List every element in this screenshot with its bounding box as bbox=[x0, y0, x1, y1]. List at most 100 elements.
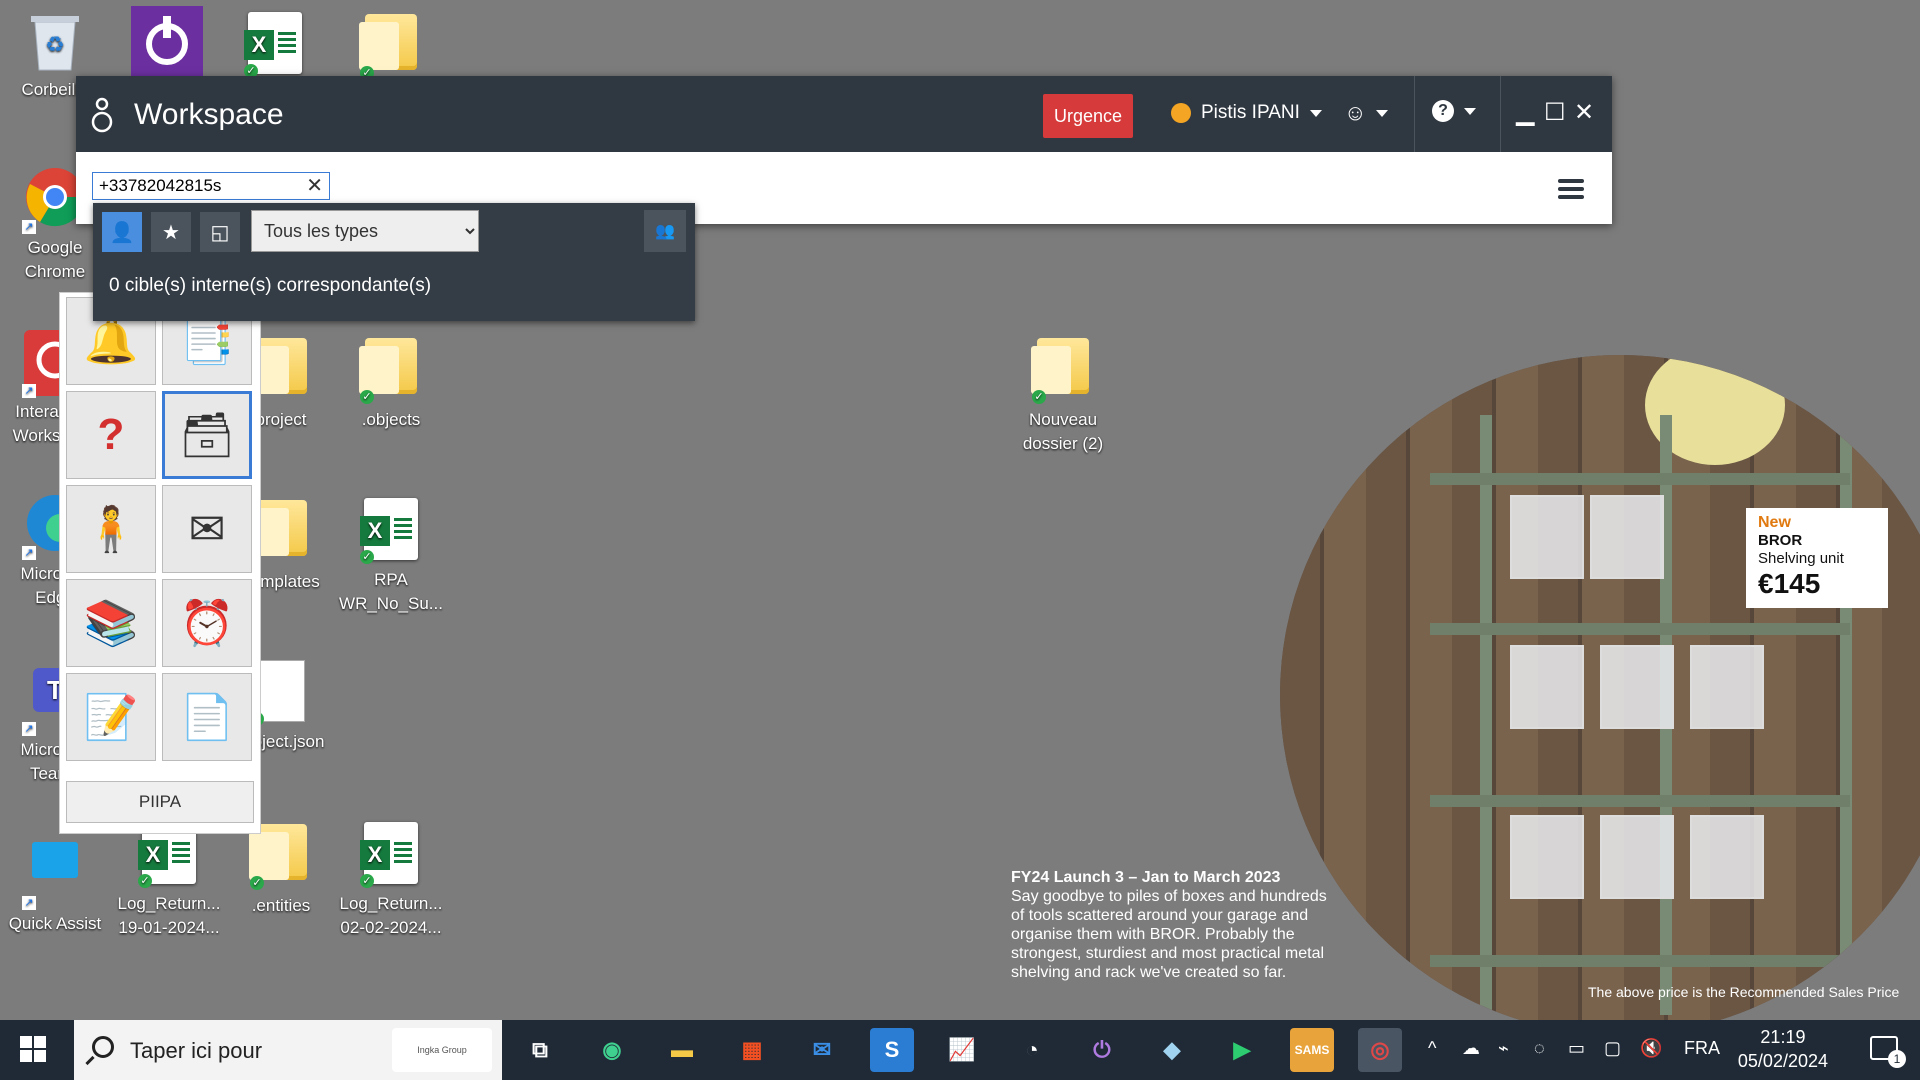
clock-time: 21:19 bbox=[1760, 1027, 1806, 1047]
folder-icon: ✓ bbox=[359, 14, 422, 80]
desktop-icon-objects[interactable]: ✓ .objects bbox=[336, 332, 446, 432]
edge-icon: ◉ bbox=[602, 1037, 622, 1062]
taskbar-store[interactable]: ▦ bbox=[730, 1028, 774, 1072]
desktop-icon-label: RPA WR_No_Su... bbox=[339, 570, 443, 613]
network-status-icon[interactable]: ⌁ bbox=[1498, 1038, 1509, 1059]
tool-tile-doc-edit[interactable]: 📝 bbox=[66, 673, 156, 761]
titlebar-divider bbox=[1500, 76, 1501, 152]
taskbar-search[interactable]: Taper ici pour Ingka Group bbox=[74, 1020, 502, 1080]
taskbar-clock[interactable]: 21:19 05/02/2024 bbox=[1738, 1025, 1828, 1073]
desktop-icon-nouveau-dossier[interactable]: ✓ Nouveau dossier (2) bbox=[1008, 332, 1118, 456]
search-icon bbox=[92, 1036, 114, 1058]
chevron-down-icon bbox=[1464, 107, 1476, 115]
taskbar-s-app[interactable]: S bbox=[870, 1028, 914, 1072]
desktop-icon-purple-app[interactable] bbox=[112, 6, 222, 82]
taskbar-explorer[interactable]: ▬ bbox=[660, 1028, 704, 1072]
taskbar-monitor[interactable]: 📈 bbox=[940, 1028, 984, 1072]
group-search-button[interactable]: 👥 bbox=[644, 210, 686, 252]
filter-favorites-button[interactable]: ★ bbox=[151, 212, 191, 252]
minimize-button[interactable]: ▁ bbox=[1516, 98, 1534, 127]
person-icon: 👤 bbox=[109, 221, 135, 244]
filter-contacts-button[interactable]: 👤 bbox=[102, 212, 142, 252]
filter-recent-button[interactable]: ◱ bbox=[200, 212, 240, 252]
titlebar-divider bbox=[1414, 76, 1415, 152]
agent-status-button[interactable]: ☺ bbox=[1344, 100, 1389, 126]
notification-count: 1 bbox=[1888, 1050, 1906, 1068]
type-filter-select[interactable]: Tous les types bbox=[251, 210, 479, 252]
help-menu-button[interactable]: ? bbox=[1432, 100, 1476, 122]
urgence-button[interactable]: Urgence bbox=[1043, 94, 1133, 138]
desktop-icon-log-return-1[interactable]: X ✓ Log_Return... 19-01-2024... bbox=[114, 818, 224, 940]
tool-tile-envelope[interactable]: ✉ bbox=[162, 485, 252, 573]
desktop-icon-label: Log_Return... 02-02-2024... bbox=[339, 894, 443, 937]
workspace-title: Workspace bbox=[134, 98, 284, 131]
taskbar-edge[interactable]: ◉ bbox=[590, 1028, 634, 1072]
tool-tile-doc[interactable]: 📄 bbox=[162, 673, 252, 761]
purple-app-icon bbox=[131, 6, 203, 78]
taskbar-sams[interactable]: SAMS bbox=[1290, 1028, 1334, 1072]
language-indicator[interactable]: FRA bbox=[1684, 1038, 1720, 1059]
search-box[interactable]: ✕ bbox=[92, 172, 330, 200]
clock-date: 05/02/2024 bbox=[1737, 1051, 1828, 1071]
search-result-message: 0 cible(s) interne(s) correspondante(s) bbox=[109, 275, 432, 296]
desktop-icon-log-return-2[interactable]: X ✓ Log_Return... 02-02-2024... bbox=[336, 818, 446, 940]
notification-icon[interactable]: 1 bbox=[1870, 1036, 1906, 1068]
excel-file-icon: X ✓ bbox=[360, 498, 422, 564]
desktop-icon-folder-top[interactable]: ✓ bbox=[336, 8, 446, 84]
svg-text:♻: ♻ bbox=[45, 32, 65, 57]
desktop-icon-label: .objects bbox=[361, 410, 421, 429]
piipa-button[interactable]: PIIPA bbox=[66, 781, 254, 823]
hamburger-menu-icon[interactable] bbox=[1558, 175, 1584, 203]
user-menu[interactable]: Pistis IPANI bbox=[1171, 102, 1322, 124]
workspace-app-icon: ◎ bbox=[1370, 1037, 1390, 1062]
maximize-button[interactable]: ☐ bbox=[1544, 98, 1566, 127]
taskbar-search-placeholder: Taper ici pour bbox=[130, 1038, 263, 1063]
security-icon[interactable]: ◌ bbox=[1534, 1038, 1545, 1059]
desktop-icon-excel-top[interactable]: X ✓ bbox=[220, 8, 330, 82]
tool-tile-person[interactable]: 🧍 bbox=[66, 485, 156, 573]
price-card-name: BROR bbox=[1758, 532, 1803, 549]
books-icon: 📚 bbox=[83, 599, 139, 648]
battery-icon[interactable]: ▭ bbox=[1568, 1038, 1585, 1059]
help-box-icon: 🗃 bbox=[179, 411, 235, 460]
bell-icon: 🔔 bbox=[83, 317, 139, 366]
ad-body: Say goodbye to piles of boxes and hundre… bbox=[1011, 888, 1327, 981]
close-button[interactable]: ✕ bbox=[1574, 98, 1594, 127]
store-icon: ▦ bbox=[741, 1037, 763, 1062]
tool-tile-help-box[interactable]: 🗃 bbox=[162, 391, 252, 479]
user-name: Pistis IPANI bbox=[1201, 102, 1300, 123]
volume-muted-icon[interactable]: 🔇 bbox=[1640, 1038, 1662, 1059]
tool-tile-alarm[interactable]: ⏰ bbox=[162, 579, 252, 667]
purple-app-icon: ⏻ bbox=[1093, 1037, 1111, 1062]
taskbar-clock-app[interactable]: ◔ bbox=[1010, 1028, 1054, 1072]
taskbar-blue-app[interactable]: ◆ bbox=[1150, 1028, 1194, 1072]
minimize-icon: ▁ bbox=[1516, 99, 1535, 126]
tool-tile-help[interactable]: ? bbox=[66, 391, 156, 479]
tool-panel: 🔔 📑 ? 🗃 🧍 ✉ 📚 ⏰ 📝 📄 PIIPA bbox=[59, 292, 261, 834]
start-button[interactable] bbox=[20, 1036, 46, 1062]
workspace-titlebar: Workspace Urgence Pistis IPANI ☺ ? ▁ ☐ ✕ bbox=[76, 76, 1612, 152]
desktop-icon-rpa[interactable]: X ✓ RPA WR_No_Su... bbox=[336, 494, 446, 616]
tray-overflow-icon[interactable]: ^ bbox=[1428, 1038, 1436, 1059]
ad-headline: FY24 Launch 3 – Jan to March 2023 bbox=[1011, 869, 1281, 886]
agent-icon: ☺ bbox=[1344, 100, 1367, 125]
clear-search-icon[interactable]: ✕ bbox=[306, 173, 323, 199]
desktop-icon-quick-assist[interactable]: ↗ Quick Assist bbox=[0, 832, 110, 936]
desktop-icon-label: Google Chrome bbox=[24, 238, 86, 281]
desktop-icon-label: Log_Return... 19-01-2024... bbox=[117, 894, 221, 937]
taskbar-mail[interactable]: ✉ bbox=[800, 1028, 844, 1072]
task-view-button[interactable]: ⧉ bbox=[518, 1028, 562, 1072]
ingka-logo: Ingka Group bbox=[392, 1028, 492, 1072]
tool-tile-books[interactable]: 📚 bbox=[66, 579, 156, 667]
documents-icon: 📑 bbox=[179, 317, 235, 366]
taskbar-purple-app[interactable]: ⏻ bbox=[1080, 1028, 1124, 1072]
display-icon[interactable]: ▢ bbox=[1604, 1038, 1621, 1059]
folder-icon: ▬ bbox=[671, 1037, 693, 1062]
onedrive-icon[interactable]: ☁ bbox=[1462, 1038, 1480, 1059]
wallpaper-photo bbox=[1280, 355, 1920, 1020]
excel-file-icon: X ✓ bbox=[244, 12, 306, 78]
taskbar-green-play[interactable]: ▶ bbox=[1220, 1028, 1264, 1072]
taskbar-workspace[interactable]: ◎ bbox=[1358, 1028, 1402, 1072]
search-input[interactable] bbox=[93, 173, 305, 199]
search-results-dropdown: 👤 ★ ◱ Tous les types 👥 0 cible(s) intern… bbox=[93, 203, 695, 321]
